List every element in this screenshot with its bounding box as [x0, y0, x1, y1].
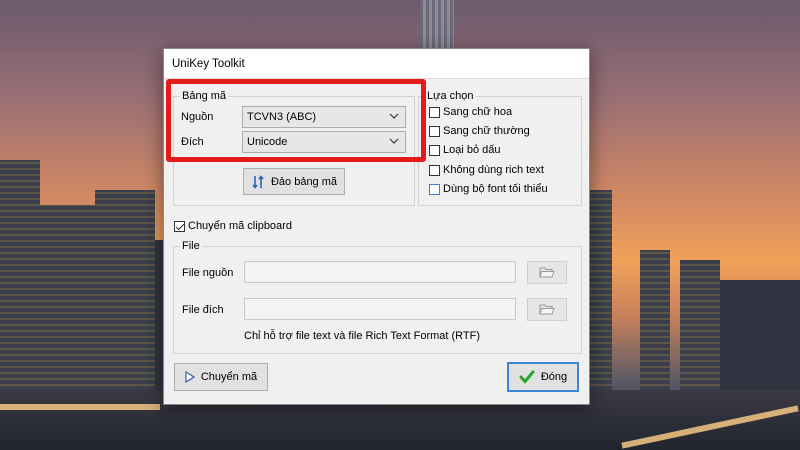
convert-button-label: Chuyển mã [200, 371, 258, 383]
unikey-toolkit-dialog: UniKey Toolkit Bảng mã Nguồn TCVN3 (ABC)… [163, 48, 590, 405]
close-button-label: Đóng [540, 371, 568, 383]
title-bar[interactable]: UniKey Toolkit [164, 49, 589, 79]
folder-open-icon [539, 267, 555, 278]
option-remove-accents-checkbox[interactable] [429, 144, 440, 156]
option-minimal-font-label: Dùng bộ font tối thiểu [443, 183, 548, 195]
file-support-note: Chỉ hỗ trợ file text và file Rich Text F… [244, 330, 481, 342]
charset-group: Bảng mã Nguồn TCVN3 (ABC) Đích Unicode Đ… [173, 90, 415, 206]
chevron-down-icon [389, 113, 399, 119]
option-uppercase-label: Sang chữ hoa [443, 106, 513, 118]
dest-file-input[interactable] [244, 298, 516, 320]
option-no-rich-text[interactable]: Không dùng rich text [429, 164, 544, 176]
dest-charset-value: Unicode [247, 136, 288, 148]
window-title: UniKey Toolkit [172, 57, 245, 70]
background-building [0, 160, 40, 390]
options-group-legend: Lựa chọn [425, 90, 476, 102]
option-minimal-font-checkbox[interactable] [429, 183, 440, 195]
dest-charset-select[interactable]: Unicode [242, 131, 406, 153]
browse-dest-button[interactable] [527, 298, 567, 321]
dest-charset-label: Đích [181, 136, 204, 148]
option-lowercase-label: Sang chữ thường [443, 125, 530, 137]
option-lowercase-checkbox[interactable] [429, 125, 440, 137]
swap-charset-button[interactable]: Đảo bảng mã [243, 168, 345, 195]
folder-open-icon [539, 304, 555, 315]
file-group-legend: File [180, 240, 202, 252]
clipboard-option[interactable]: Chuyển mã clipboard [174, 220, 292, 232]
background-building [640, 250, 670, 390]
option-uppercase-checkbox[interactable] [429, 106, 440, 118]
option-minimal-font[interactable]: Dùng bộ font tối thiểu [429, 183, 548, 195]
source-charset-value: TCVN3 (ABC) [247, 111, 317, 123]
play-arrow-icon [185, 371, 195, 383]
clipboard-label: Chuyển mã clipboard [188, 220, 292, 232]
option-no-rich-text-checkbox[interactable] [429, 164, 440, 176]
source-charset-label: Nguồn [181, 111, 214, 123]
background-building [680, 260, 720, 390]
background-lights [0, 404, 160, 410]
option-remove-accents[interactable]: Loại bỏ dấu [429, 144, 501, 156]
background-building [95, 190, 155, 390]
dest-file-label: File đích [182, 304, 224, 316]
option-lowercase[interactable]: Sang chữ thường [429, 125, 530, 137]
background-building [720, 280, 800, 390]
source-file-label: File nguồn [182, 267, 234, 279]
options-group: Lựa chọn Sang chữ hoa Sang chữ thường Lo… [418, 90, 582, 206]
close-button[interactable]: Đóng [507, 362, 579, 392]
source-file-input[interactable] [244, 261, 516, 283]
green-check-icon [519, 370, 535, 384]
background-building [40, 205, 95, 390]
chevron-down-icon [389, 138, 399, 144]
option-uppercase[interactable]: Sang chữ hoa [429, 106, 512, 118]
charset-group-legend: Bảng mã [180, 90, 229, 102]
convert-button[interactable]: Chuyển mã [174, 363, 268, 391]
swap-charset-label: Đảo bảng mã [270, 175, 338, 188]
source-charset-select[interactable]: TCVN3 (ABC) [242, 106, 406, 128]
option-no-rich-text-label: Không dùng rich text [443, 164, 544, 176]
file-group: File File nguồn File đích Chỉ hỗ trợ fil… [173, 240, 582, 354]
clipboard-checkbox[interactable] [174, 220, 185, 232]
background-building [590, 190, 612, 390]
browse-source-button[interactable] [527, 261, 567, 284]
option-remove-accents-label: Loại bỏ dấu [443, 144, 501, 156]
swap-arrows-icon [252, 174, 264, 189]
